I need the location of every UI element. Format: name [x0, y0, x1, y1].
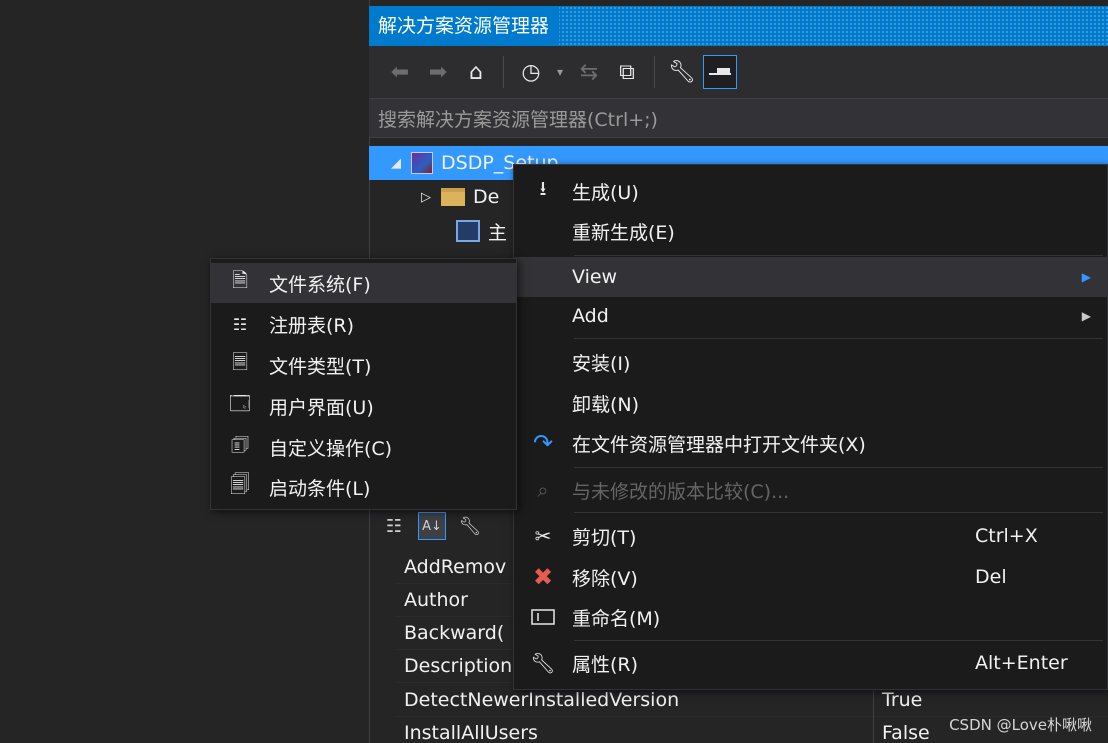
menu-item-shortcut: Del — [975, 566, 1007, 588]
collapse-icon[interactable]: ⧉ — [610, 55, 644, 89]
submenu-arrow-icon: ▶ — [1081, 309, 1091, 323]
file-system-icon: 🗎︎ — [231, 268, 249, 292]
file-types-icon: 🗏︎ — [231, 350, 249, 374]
tree-item-main[interactable]: 主 — [456, 214, 516, 248]
solution-explorer-title: 解决方案资源管理器 — [369, 6, 560, 46]
custom-actions-icon: 🗊︎ — [230, 432, 250, 456]
menu-item-label: Add — [572, 305, 609, 327]
menu-separator — [574, 512, 1103, 513]
submenu-item-custom-actions[interactable]: 🗊︎ 自定义操作(C) — [211, 427, 516, 467]
wrench-icon[interactable]: 🔧︎ — [665, 55, 699, 89]
menu-item-label: 移除(V) — [572, 567, 638, 590]
menu-item-label: 重命名(M) — [572, 607, 661, 630]
back-icon[interactable]: ⬅︎ — [383, 55, 417, 89]
menu-item-shortcut: Alt+Enter — [975, 652, 1068, 674]
menu-item-properties[interactable]: 🔧︎ 属性(R) Alt+Enter — [514, 643, 1107, 683]
open-folder-arrow-icon: ↷ — [532, 429, 554, 457]
menu-item-label: 生成(U) — [572, 181, 639, 204]
main-output-icon — [456, 220, 480, 242]
menu-item-shortcut: Ctrl+X — [975, 525, 1038, 547]
alphabetical-sort-icon[interactable]: A↓ — [418, 512, 446, 540]
menu-separator — [574, 255, 1103, 256]
setup-project-icon — [411, 152, 433, 174]
property-value: False — [882, 722, 930, 743]
watermark-text: CSDN @Love朴啾啾 — [949, 716, 1092, 734]
wrench-icon: 🔧︎ — [530, 651, 556, 675]
history-icon[interactable]: ◷ — [514, 55, 548, 89]
project-context-menu: ⭳ 生成(U) 重新生成(E) View ▶ Add ▶ 安装(I) 卸载(N)… — [513, 164, 1108, 690]
user-interface-icon: 🗔︎ — [229, 391, 251, 415]
menu-separator — [574, 338, 1103, 339]
submenu-item-user-interface[interactable]: 🗔︎ 用户界面(U) — [211, 386, 516, 426]
menu-item-label: 自定义操作(C) — [269, 437, 393, 460]
menu-item-label: 重新生成(E) — [572, 221, 675, 244]
properties-toolbar: ☷ A↓ 🔧︎ — [378, 508, 518, 544]
menu-item-open-in-explorer[interactable]: ↷ 在文件资源管理器中打开文件夹(X) — [514, 423, 1107, 463]
solution-explorer-search-input[interactable]: 搜索解决方案资源管理器(Ctrl+;) — [369, 98, 1108, 138]
dropdown-icon[interactable]: ▾ — [552, 55, 568, 89]
submenu-item-file-types[interactable]: 🗏︎ 文件类型(T) — [211, 345, 516, 385]
menu-item-label: 启动条件(L) — [269, 477, 371, 500]
pin-icon[interactable] — [703, 55, 737, 89]
property-value: True — [882, 689, 923, 711]
collapsed-triangle-icon[interactable]: ▷ — [411, 190, 441, 205]
tree-item-folder[interactable]: ▷ De — [411, 180, 521, 214]
menu-item-label: 卸载(N) — [572, 393, 640, 416]
solution-explorer-title-bar[interactable]: 解决方案资源管理器 — [369, 6, 1108, 46]
sync-icon[interactable]: ⇆ — [572, 55, 606, 89]
toolbar-separator — [503, 56, 504, 88]
categorized-icon[interactable]: ☷ — [380, 512, 408, 540]
main-name: 主 — [488, 221, 508, 244]
menu-item-label: 安装(I) — [572, 352, 631, 375]
build-icon: ⭳ — [539, 176, 547, 200]
menu-item-label: 文件系统(F) — [269, 273, 371, 296]
folder-name: De — [473, 186, 500, 208]
forward-icon[interactable]: ➡︎ — [421, 55, 455, 89]
compare-icon: ⌕ — [537, 478, 549, 502]
toolbar-separator — [654, 56, 655, 88]
menu-item-view[interactable]: View ▶ — [514, 257, 1107, 297]
submenu-item-launch-conditions[interactable]: 🗐︎ 启动条件(L) — [211, 467, 516, 507]
submenu-item-registry[interactable]: ☷ 注册表(R) — [211, 304, 516, 344]
menu-item-label: 文件类型(T) — [269, 355, 372, 378]
menu-item-cut[interactable]: ✂︎ 剪切(T) Ctrl+X — [514, 516, 1107, 556]
view-submenu: 🗎︎ 文件系统(F) ☷ 注册表(R) 🗏︎ 文件类型(T) 🗔︎ 用户界面(U… — [210, 258, 517, 510]
rename-icon — [514, 609, 572, 625]
solution-explorer-toolbar: ⬅︎ ➡︎ ⌂ ◷ ▾ ⇆ ⧉ 🔧︎ — [369, 46, 1108, 98]
menu-item-label: 注册表(R) — [269, 314, 355, 337]
menu-separator — [574, 640, 1103, 641]
menu-item-label: 在文件资源管理器中打开文件夹(X) — [572, 433, 866, 456]
submenu-arrow-icon: ▶ — [1081, 270, 1091, 284]
menu-item-remove[interactable]: ✖︎ 移除(V) Del — [514, 557, 1107, 597]
menu-item-add[interactable]: Add ▶ — [514, 296, 1107, 336]
home-icon[interactable]: ⌂ — [459, 55, 493, 89]
menu-item-uninstall[interactable]: 卸载(N) — [514, 383, 1107, 423]
search-placeholder: 搜索解决方案资源管理器(Ctrl+;) — [378, 108, 658, 131]
menu-item-compare: ⌕ 与未修改的版本比较(C)... — [514, 470, 1107, 510]
folder-icon — [441, 188, 465, 206]
menu-item-install[interactable]: 安装(I) — [514, 342, 1107, 382]
property-name: InstallAllUsers — [396, 716, 874, 743]
menu-item-rebuild[interactable]: 重新生成(E) — [514, 211, 1107, 251]
registry-icon: ☷ — [232, 314, 248, 334]
menu-item-build[interactable]: ⭳ 生成(U) — [514, 171, 1107, 211]
expand-triangle-icon[interactable]: ◢ — [381, 156, 411, 171]
menu-item-label: 用户界面(U) — [269, 396, 374, 419]
scissors-icon: ✂︎ — [534, 524, 552, 548]
remove-x-icon: ✖︎ — [532, 563, 554, 591]
launch-conditions-icon: 🗐︎ — [230, 472, 250, 496]
properties-wrench-icon[interactable]: 🔧︎ — [456, 512, 484, 540]
menu-separator — [574, 467, 1103, 468]
menu-item-label: 与未修改的版本比较(C)... — [572, 480, 790, 503]
menu-item-label: View — [572, 266, 618, 288]
menu-item-rename[interactable]: 重命名(M) — [514, 597, 1107, 637]
submenu-item-file-system[interactable]: 🗎︎ 文件系统(F) — [211, 263, 516, 303]
